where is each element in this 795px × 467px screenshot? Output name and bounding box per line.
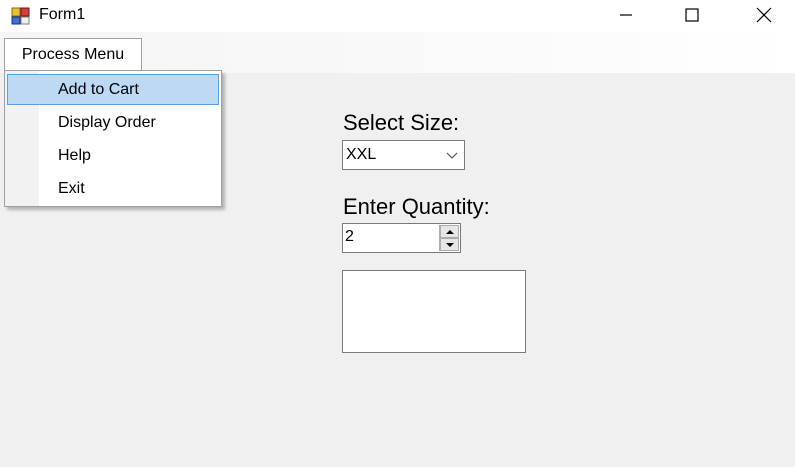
stepper-down-button[interactable] (440, 238, 459, 251)
quantity-stepper[interactable]: 2 (342, 223, 461, 253)
output-textbox[interactable] (342, 270, 526, 353)
select-size-label: Select Size: (343, 110, 460, 135)
form-app-icon (11, 7, 30, 25)
window-title: Form1 (39, 6, 86, 23)
quantity-value: 2 (345, 228, 354, 245)
minimize-icon (620, 14, 632, 16)
stepper-buttons (439, 225, 459, 251)
title-bar: Form1 (0, 0, 795, 32)
enter-quantity-label: Enter Quantity: (343, 194, 490, 219)
menu-item-exit[interactable]: Exit (7, 173, 219, 204)
menu-bar: Process Menu (0, 32, 795, 73)
chevron-down-icon (446, 152, 458, 159)
maximize-button[interactable] (669, 0, 715, 30)
process-menu-dropdown: Add to Cart Display Order Help Exit (4, 70, 222, 207)
caret-up-icon (445, 229, 454, 234)
minimize-button[interactable] (603, 0, 649, 30)
menu-item-help[interactable]: Help (7, 140, 219, 171)
menu-item-display-order[interactable]: Display Order (7, 107, 219, 138)
close-button[interactable] (741, 0, 787, 30)
maximize-icon (685, 8, 699, 22)
stepper-up-button[interactable] (440, 225, 459, 238)
process-menu[interactable]: Process Menu (4, 38, 142, 70)
size-select[interactable]: XXL (342, 140, 465, 170)
size-select-value: XXL (346, 146, 377, 163)
caret-down-icon (445, 242, 454, 247)
close-icon (756, 7, 772, 23)
menu-item-add-to-cart[interactable]: Add to Cart (7, 74, 219, 105)
